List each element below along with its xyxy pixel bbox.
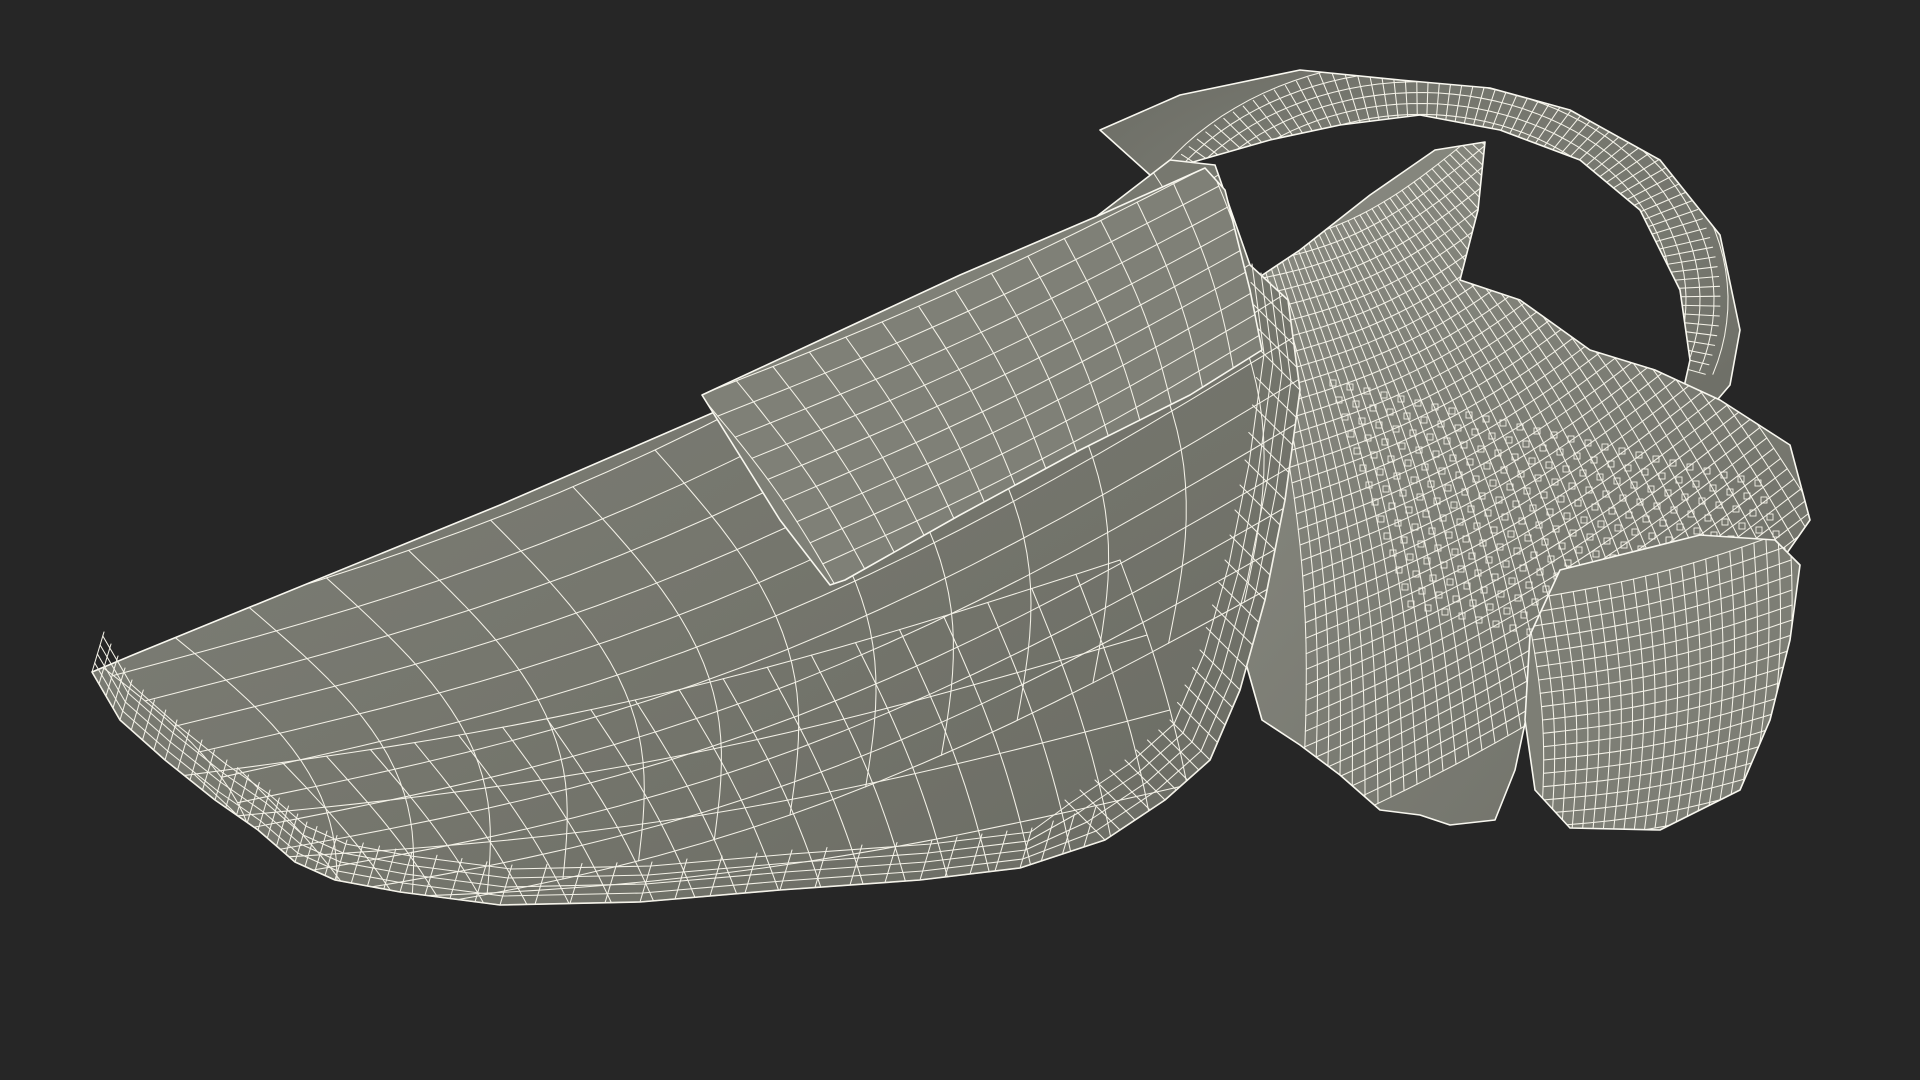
3d-viewport[interactable] [0, 0, 1920, 1080]
wireframe-render [91, 69, 1811, 906]
magazine-base [1524, 534, 1801, 831]
